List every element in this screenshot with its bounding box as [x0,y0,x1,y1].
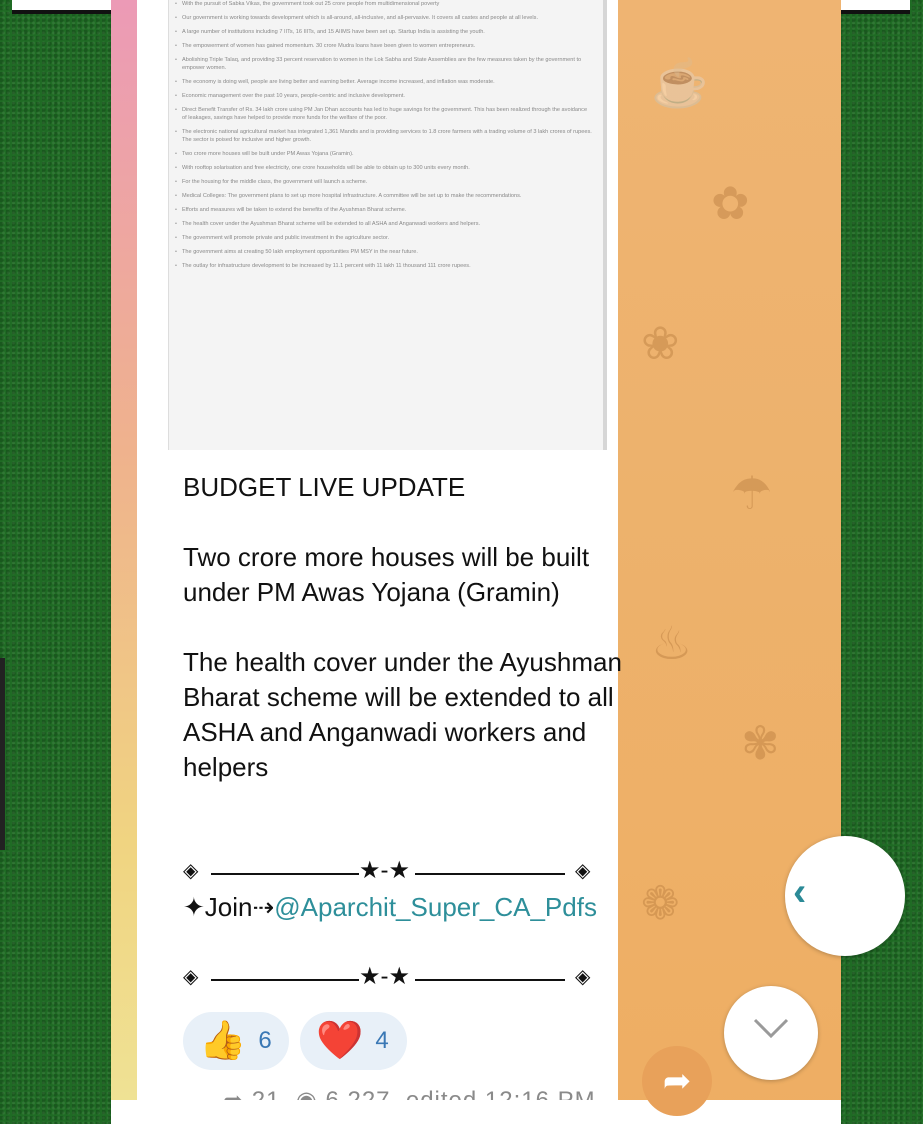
stars-icon: ★-★ [359,857,411,884]
document-bullet-item: A large number of institutions including… [175,28,593,36]
document-bullet-item: The government will promote private and … [175,234,593,242]
heart-icon: ❤️ [316,1020,364,1062]
document-bullet-item: Direct Benefit Transfer of Rs. 34 lakh c… [175,106,593,122]
decorative-divider-bottom: ◈ ★-★ ◈ [183,963,603,998]
message-heading: BUDGET LIVE UPDATE [183,472,466,502]
document-bullet-item: The economy is doing well, people are li… [175,78,593,86]
document-bullet-list: With the pursuit of Sabka Vikas, the gov… [169,0,603,270]
diamond-icon: ◈ [575,966,591,988]
document-bullet-item: Medical Colleges: The government plans t… [175,192,593,200]
diamond-icon: ◈ [575,860,591,882]
wallpaper-gradient-edge [111,0,137,1124]
scroll-down-button[interactable] [724,986,818,1080]
input-bar-edge [111,1100,841,1124]
thumbs-up-icon: 👍 [199,1020,247,1062]
stars-icon: ★-★ [359,963,411,990]
doodle-icon: ☕ [651,57,709,109]
message-paragraph-houses: Two crore more houses will be built unde… [183,542,590,607]
diamond-icon: ◈ [183,966,199,988]
message-paragraph-health: The health cover under the Ayushman Bhar… [183,647,622,782]
diamond-icon: ◈ [183,860,199,882]
document-bullet-item: Efforts and measures will be taken to ex… [175,206,593,214]
left-edge-strip [0,658,5,850]
chat-screen: ☕ ✿ ❀ ☂ ♨ ✾ ❁ With the pursuit of Sabka … [111,0,841,1124]
reaction-thumbs-up[interactable]: 👍 6 [183,1012,289,1070]
document-bullet-item: The electronic national agricultural mar… [175,128,593,144]
doodle-icon: ❁ [641,877,680,929]
document-bullet-item: The empowerment of women has gained mome… [175,42,593,50]
document-bullet-item: With the pursuit of Sabka Vikas, the gov… [175,0,593,8]
document-bullet-item: For the housing for the middle class, th… [175,178,593,186]
doodle-icon: ✿ [711,177,750,229]
document-bullet-item: The health cover under the Ayushman Bhar… [175,220,593,228]
join-channel-line: ✦Join⇢@Aparchit_Super_CA_Pdfs [183,890,635,925]
doodle-icon: ✾ [741,717,780,769]
channel-link[interactable]: @Aparchit_Super_CA_Pdfs [274,892,597,922]
reaction-heart[interactable]: ❤️ 4 [300,1012,407,1070]
share-arrow-icon: ➦ [662,1062,692,1100]
message-text: BUDGET LIVE UPDATE Two crore more houses… [183,470,635,820]
reaction-count: 6 [258,1027,272,1054]
document-bullet-item: Our government is working towards develo… [175,14,593,22]
join-prefix: ✦Join⇢ [183,892,275,922]
decorative-divider-top: ◈ ★-★ ◈ [183,857,603,892]
share-button[interactable]: ➦ [642,1046,712,1116]
document-bullet-item: With rooftop solarisation and free elect… [175,164,593,172]
document-bullet-item: The government aims at creating 50 lakh … [175,248,593,256]
doodle-icon: ☂ [731,467,773,519]
document-bullet-item: The outlay for infrastructure developmen… [175,262,593,270]
document-bullet-item: Two crore more houses will be built unde… [175,150,593,158]
budget-document-image[interactable]: With the pursuit of Sabka Vikas, the gov… [168,0,607,450]
doodle-icon: ❀ [641,317,680,369]
document-bullet-item: Abolishing Triple Talaq, and providing 3… [175,56,593,72]
chevron-down-icon [753,1018,789,1039]
document-bullet-item: Economic management over the past 10 yea… [175,92,593,100]
chevron-left-icon: ‹ [793,870,807,914]
doodle-icon: ♨ [651,617,693,669]
message-bubble: With the pursuit of Sabka Vikas, the gov… [137,0,622,1114]
reaction-count: 4 [375,1027,389,1054]
back-button[interactable]: ‹ [785,836,905,956]
